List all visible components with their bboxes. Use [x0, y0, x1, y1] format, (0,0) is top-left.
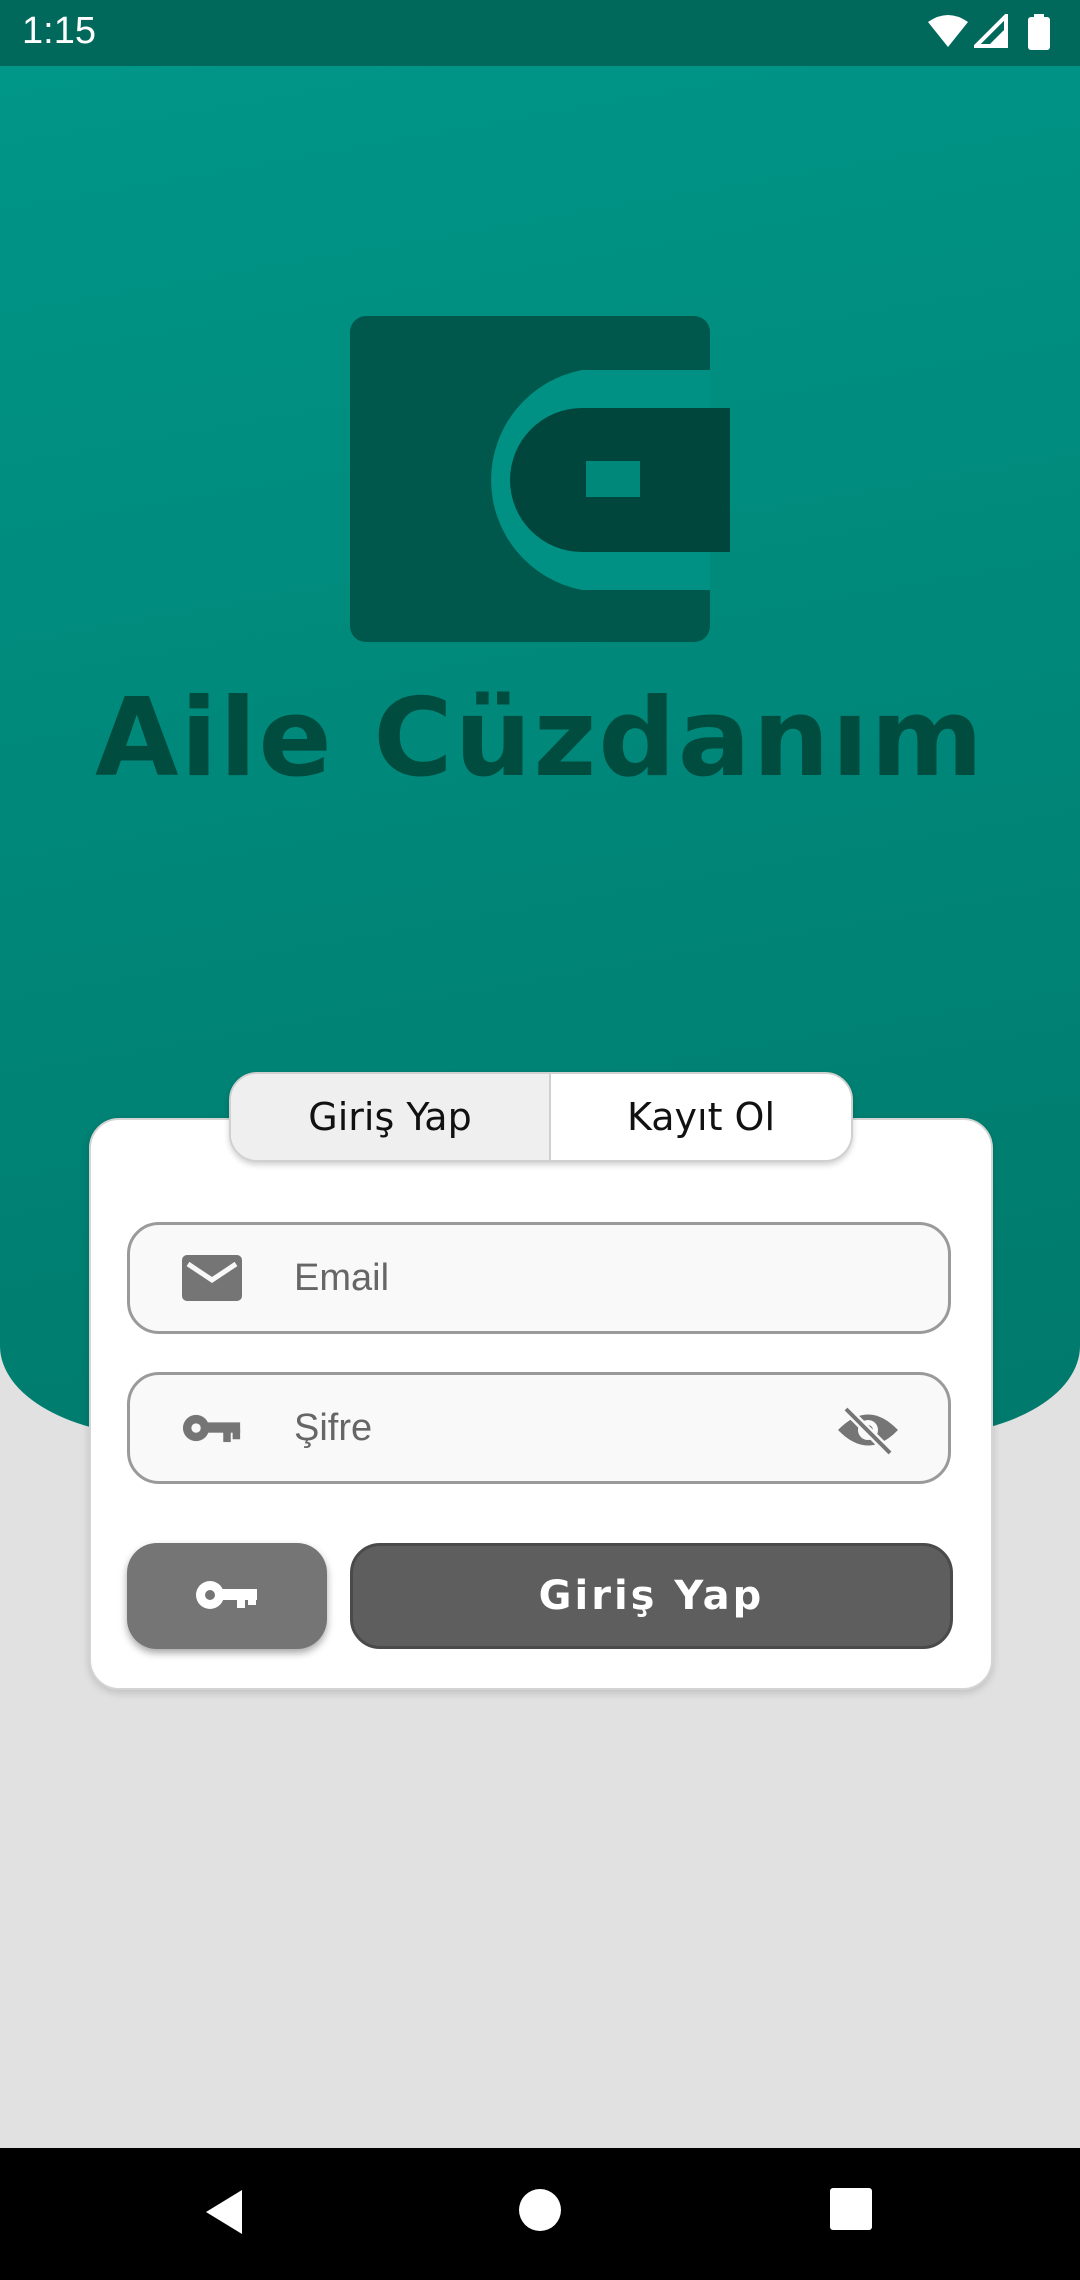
recents-icon[interactable]	[830, 2188, 872, 2230]
battery-icon	[1028, 14, 1050, 50]
wallet-icon	[350, 316, 730, 642]
key-icon	[196, 1581, 257, 1609]
status-time: 1:15	[22, 10, 96, 52]
navigation-bar	[0, 2148, 1080, 2280]
key-button[interactable]	[127, 1543, 327, 1649]
password-input[interactable]	[292, 1397, 796, 1459]
envelope-icon	[182, 1255, 242, 1301]
email-input[interactable]	[292, 1247, 796, 1309]
status-bar: 1:15	[0, 0, 1080, 66]
tab-register[interactable]: Kayıt Ol	[551, 1074, 851, 1160]
signal-icon	[974, 14, 1008, 48]
wifi-icon	[928, 15, 968, 47]
eye-off-icon[interactable]	[836, 1405, 900, 1455]
password-field[interactable]	[127, 1372, 951, 1484]
auth-tabs: Giriş Yap Kayıt Ol	[229, 1072, 853, 1162]
app-title: Aile Cüzdanım	[94, 676, 986, 801]
tab-login[interactable]: Giriş Yap	[231, 1074, 551, 1160]
back-icon[interactable]	[204, 2188, 244, 2236]
key-icon	[182, 1414, 241, 1443]
home-icon[interactable]	[518, 2188, 562, 2232]
email-field[interactable]	[127, 1222, 951, 1334]
login-button[interactable]: Giriş Yap	[350, 1543, 953, 1649]
